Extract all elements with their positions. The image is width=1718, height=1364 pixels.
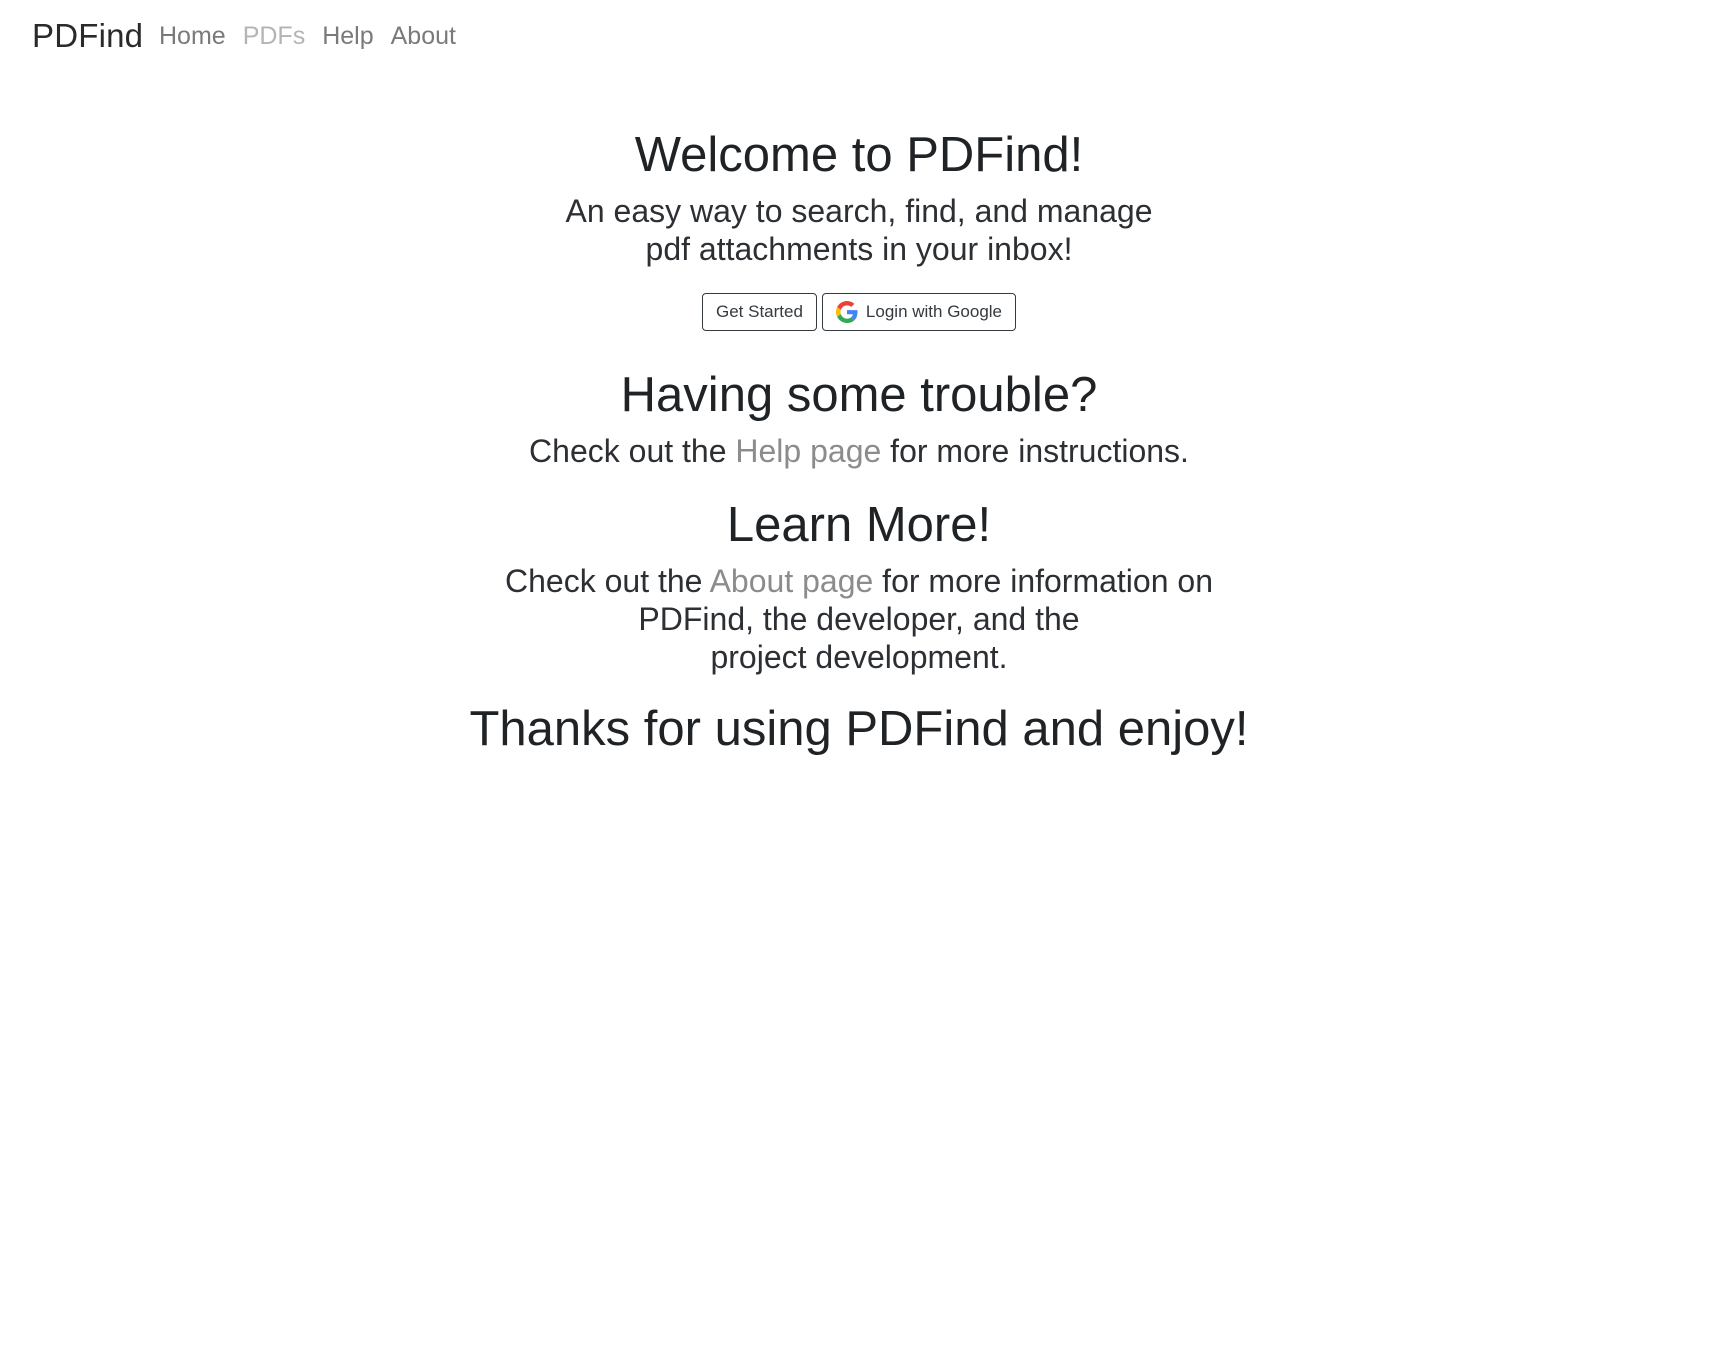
- thanks-title: Thanks for using PDFind and enjoy!: [469, 702, 1249, 756]
- learn-more-title: Learn More!: [726, 498, 992, 552]
- nav-link-home[interactable]: Home: [159, 22, 226, 51]
- nav-links: Home PDFs Help About: [159, 22, 456, 51]
- tagline-line-1: An easy way to search, find, and manage: [565, 193, 1153, 229]
- help-text-after: for more instructions.: [881, 433, 1189, 469]
- nav-link-help[interactable]: Help: [322, 22, 373, 51]
- login-with-google-button[interactable]: Login with Google: [821, 293, 1017, 331]
- nav-link-about[interactable]: About: [391, 22, 456, 51]
- help-text-before: Check out the: [529, 433, 736, 469]
- navbar: PDFind Home PDFs Help About: [0, 0, 1718, 76]
- get-started-button[interactable]: Get Started: [701, 293, 817, 331]
- about-section-text: Check out the About page for more inform…: [0, 562, 1718, 676]
- google-g-icon: [835, 301, 858, 323]
- help-section-text: Check out the Help page for more instruc…: [0, 432, 1718, 470]
- about-page-link[interactable]: About page: [710, 563, 874, 599]
- hero-buttons: Get Started Login with Google: [0, 293, 1718, 331]
- about-text-after: for more information on: [873, 563, 1213, 599]
- about-text-before: Check out the: [505, 563, 710, 599]
- about-text-line-2: PDFind, the developer, and the: [638, 601, 1080, 637]
- nav-link-pdfs[interactable]: PDFs: [243, 22, 306, 51]
- about-text-line-3: project development.: [710, 639, 1008, 675]
- welcome-title: Welcome to PDFind!: [634, 128, 1084, 182]
- tagline-line-2: pdf attachments in your inbox!: [645, 231, 1073, 267]
- tagline: An easy way to search, find, and manage …: [0, 192, 1718, 268]
- brand-logo[interactable]: PDFind: [32, 17, 143, 55]
- help-section-title: Having some trouble?: [620, 368, 1098, 422]
- login-with-google-label: Login with Google: [865, 302, 1003, 321]
- help-page-link[interactable]: Help page: [735, 433, 881, 469]
